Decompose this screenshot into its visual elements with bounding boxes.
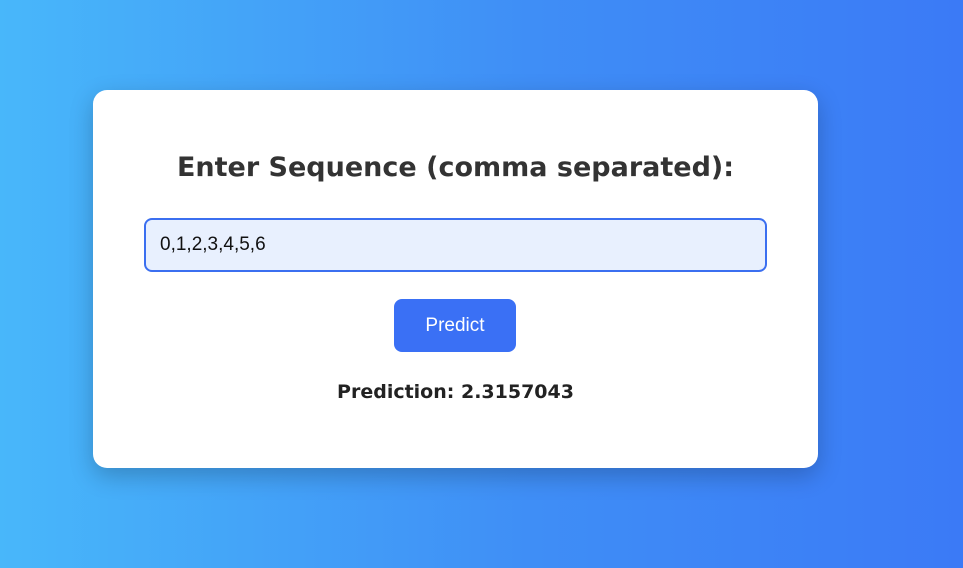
prediction-result: Prediction: 2.3157043	[337, 381, 574, 403]
predict-button[interactable]: Predict	[394, 299, 516, 352]
page-title: Enter Sequence (comma separated):	[176, 152, 735, 183]
prediction-card: Enter Sequence (comma separated): Predic…	[93, 90, 818, 468]
sequence-input[interactable]	[144, 218, 767, 272]
